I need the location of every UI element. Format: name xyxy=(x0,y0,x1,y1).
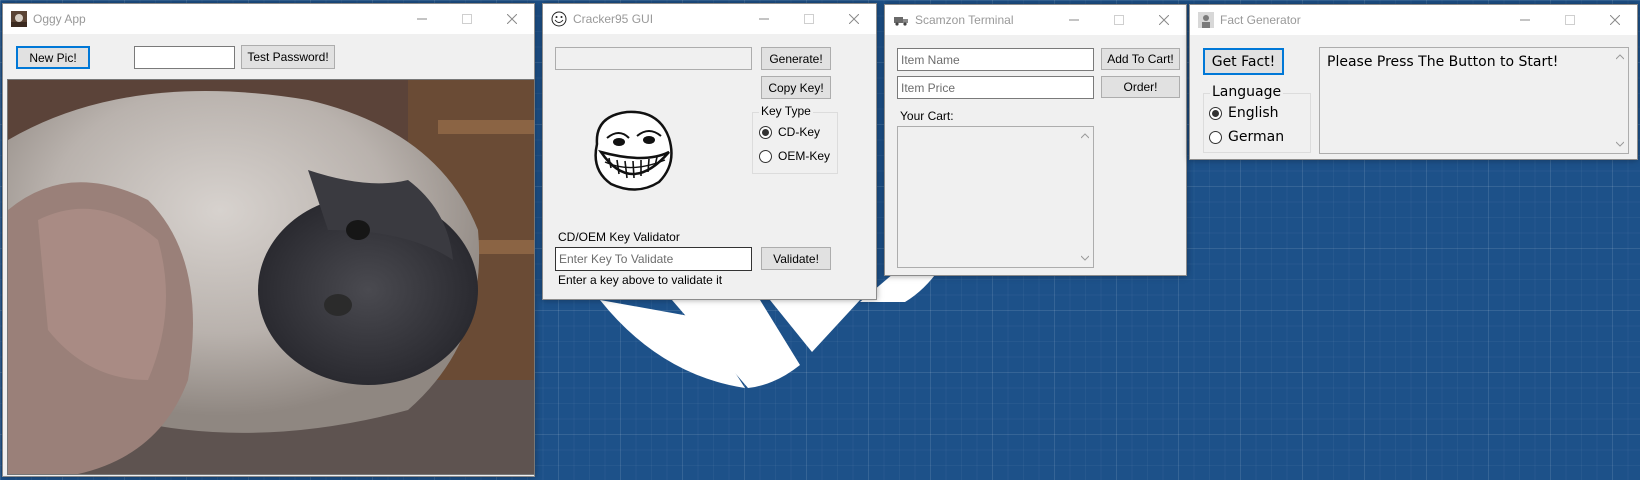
cart-listbox[interactable] xyxy=(897,126,1094,268)
scroll-down-icon[interactable] xyxy=(1079,252,1091,264)
validate-key-input[interactable] xyxy=(555,247,752,271)
scroll-up-icon[interactable] xyxy=(1614,51,1626,63)
troll-face-icon xyxy=(551,11,567,27)
window-title: Cracker95 GUI xyxy=(573,12,654,26)
radio-selected-icon xyxy=(759,125,772,139)
window-title: Scamzon Terminal xyxy=(915,13,1014,27)
item-name-input[interactable] xyxy=(897,48,1094,71)
language-option[interactable]: German xyxy=(1209,129,1284,145)
get-fact-button[interactable]: Get Fact! xyxy=(1203,48,1284,75)
maximize-icon[interactable] xyxy=(1096,5,1141,35)
window-title: Fact Generator xyxy=(1220,13,1301,27)
copy-key-button[interactable]: Copy Key! xyxy=(761,76,831,99)
minimize-icon[interactable] xyxy=(741,4,786,34)
radio-selected-icon xyxy=(1209,106,1222,120)
order-button[interactable]: Order! xyxy=(1101,76,1180,98)
maximize-icon[interactable] xyxy=(786,4,831,34)
troll-face-image xyxy=(585,104,677,199)
key-type-option[interactable]: OEM-Key xyxy=(759,149,830,163)
truck-icon xyxy=(893,12,909,28)
new-pic-button[interactable]: New Pic! xyxy=(16,46,90,69)
close-icon[interactable] xyxy=(489,4,534,34)
fact-generator-window: Fact Generator Get Fact! Language Englis… xyxy=(1189,4,1638,160)
fact-titlebar[interactable]: Fact Generator xyxy=(1190,5,1637,35)
validate-button[interactable]: Validate! xyxy=(761,247,831,270)
fact-output-text: Please Press The Button to Start! xyxy=(1327,54,1559,70)
password-input[interactable] xyxy=(134,46,235,69)
person-icon xyxy=(1198,12,1214,28)
minimize-icon[interactable] xyxy=(399,4,444,34)
key-type-option[interactable]: CD-Key xyxy=(759,125,820,139)
oggy-titlebar[interactable]: Oggy App xyxy=(3,4,534,34)
close-icon[interactable] xyxy=(831,4,876,34)
window-title: Oggy App xyxy=(33,12,86,26)
scamzon-window: Scamzon Terminal Add To Cart! Order! You… xyxy=(884,4,1187,276)
maximize-icon[interactable] xyxy=(444,4,489,34)
scroll-up-icon[interactable] xyxy=(1079,130,1091,142)
cracker-titlebar[interactable]: Cracker95 GUI xyxy=(543,4,876,34)
cat-photo xyxy=(7,79,535,475)
cracker95-window: Cracker95 GUI Generate! Copy Key! Key Ty… xyxy=(542,3,877,300)
add-to-cart-button[interactable]: Add To Cart! xyxy=(1101,48,1180,70)
cart-label: Your Cart: xyxy=(900,109,954,123)
generate-button[interactable]: Generate! xyxy=(761,47,831,70)
key-type-label: Key Type xyxy=(759,104,813,118)
radio-unselected-icon xyxy=(759,149,772,163)
scroll-down-icon[interactable] xyxy=(1614,138,1626,150)
radio-label: OEM-Key xyxy=(778,149,831,163)
generated-key-field[interactable] xyxy=(555,47,752,70)
scamzon-titlebar[interactable]: Scamzon Terminal xyxy=(885,5,1186,35)
radio-label: English xyxy=(1228,105,1279,121)
key-type-groupbox: Key Type xyxy=(752,104,838,174)
cat-photo-icon xyxy=(11,11,27,27)
close-icon[interactable] xyxy=(1141,5,1186,35)
language-label: Language xyxy=(1210,84,1284,100)
language-option[interactable]: English xyxy=(1209,105,1279,121)
test-password-button[interactable]: Test Password! xyxy=(241,45,335,69)
close-icon[interactable] xyxy=(1592,5,1637,35)
minimize-icon[interactable] xyxy=(1502,5,1547,35)
validation-status: Enter a key above to validate it xyxy=(558,273,723,287)
radio-unselected-icon xyxy=(1209,130,1222,144)
minimize-icon[interactable] xyxy=(1051,5,1096,35)
radio-label: German xyxy=(1228,129,1285,145)
radio-label: CD-Key xyxy=(778,125,821,139)
oggy-app-window: Oggy App New Pic! Test Password! xyxy=(2,3,535,477)
validator-heading: CD/OEM Key Validator xyxy=(558,230,680,244)
fact-output-textbox[interactable]: Please Press The Button to Start! xyxy=(1319,47,1629,154)
item-price-input[interactable] xyxy=(897,76,1094,99)
maximize-icon[interactable] xyxy=(1547,5,1592,35)
